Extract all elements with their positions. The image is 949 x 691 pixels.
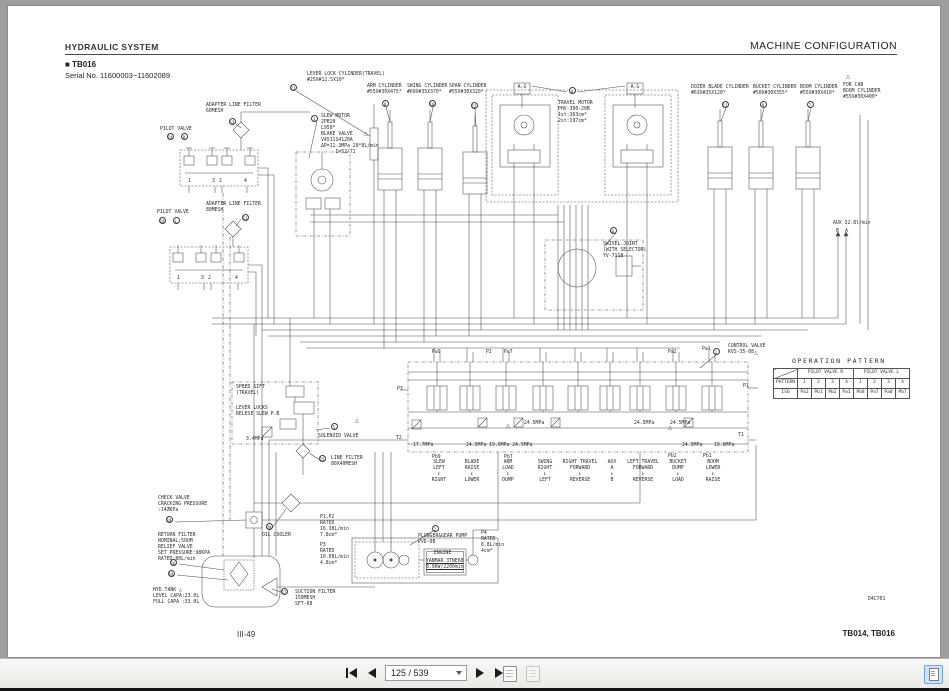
manual-page — [7, 5, 941, 658]
operation-pattern-grid: PILOT VALVE RPILOT VALVE LPATTERN1234123… — [773, 368, 910, 399]
single-page-icon — [929, 668, 939, 681]
op-pattern-cell: 1 — [798, 379, 812, 389]
op-pattern-cell: 2 — [868, 379, 882, 389]
header-rule — [65, 54, 897, 55]
op-pattern-cell: Pa1 — [840, 389, 854, 399]
previous-page-button[interactable] — [366, 666, 378, 680]
op-pattern-cell: Pb7 — [896, 389, 910, 399]
footer-models: TB014, TB016 — [843, 629, 895, 638]
op-pattern-cell: Pb8 — [854, 389, 868, 399]
op-pattern-cell: 4 — [840, 379, 854, 389]
op-pattern-cell — [774, 369, 798, 379]
view-history-group — [503, 666, 540, 682]
chapter-title: MACHINE CONFIGURATION — [750, 40, 897, 52]
previous-page-icon — [368, 668, 376, 678]
op-pattern-cell: PATTERN — [774, 379, 798, 389]
pdf-toolbar: 125 / 539 — [0, 658, 949, 688]
first-page-button[interactable] — [344, 666, 359, 680]
op-pattern-cell: 2 — [812, 379, 826, 389]
page-indicator: 125 / 539 — [391, 668, 456, 678]
next-page-icon — [476, 668, 484, 678]
next-view-button[interactable] — [526, 666, 540, 682]
page-navigation: 125 / 539 — [344, 665, 508, 681]
page-number-input[interactable]: 125 / 539 — [385, 665, 467, 681]
op-pattern-cell: 1 — [854, 379, 868, 389]
op-pattern-cell: 4 — [896, 379, 910, 389]
op-pattern-cell: Pa7 — [868, 389, 882, 399]
page-number: III-49 — [237, 630, 255, 639]
previous-view-button[interactable] — [503, 666, 517, 682]
operation-pattern-title: OPERATION PATTERN — [792, 357, 910, 365]
serial-number: Serial No. 11600003~11602089 — [65, 71, 170, 80]
op-pattern-cell: Pb2 — [826, 389, 840, 399]
first-page-icon — [346, 668, 348, 678]
model-label: ■ TB016 — [65, 60, 96, 69]
next-page-button[interactable] — [474, 666, 486, 680]
operation-pattern-table: OPERATION PATTERN PILOT VALVE RPILOT VAL… — [773, 357, 910, 399]
op-pattern-cell: PILOT VALVE L — [854, 369, 910, 379]
op-pattern-cell: ISO — [774, 389, 798, 399]
op-pattern-cell: 3 — [826, 379, 840, 389]
op-pattern-cell: Pa8 — [882, 389, 896, 399]
pdf-viewer-window: LEVER LOCK CYLINDER(TRAVEL) #25X#12.5X10… — [0, 0, 949, 691]
op-pattern-cell: 3 — [882, 379, 896, 389]
chevron-down-icon — [456, 671, 462, 675]
single-page-view-button[interactable] — [924, 665, 943, 684]
op-pattern-cell: PILOT VALVE R — [798, 369, 854, 379]
op-pattern-cell: Pb1 — [812, 389, 826, 399]
op-pattern-cell: Pa2 — [798, 389, 812, 399]
section-title: HYDRAULIC SYSTEM — [65, 42, 159, 52]
